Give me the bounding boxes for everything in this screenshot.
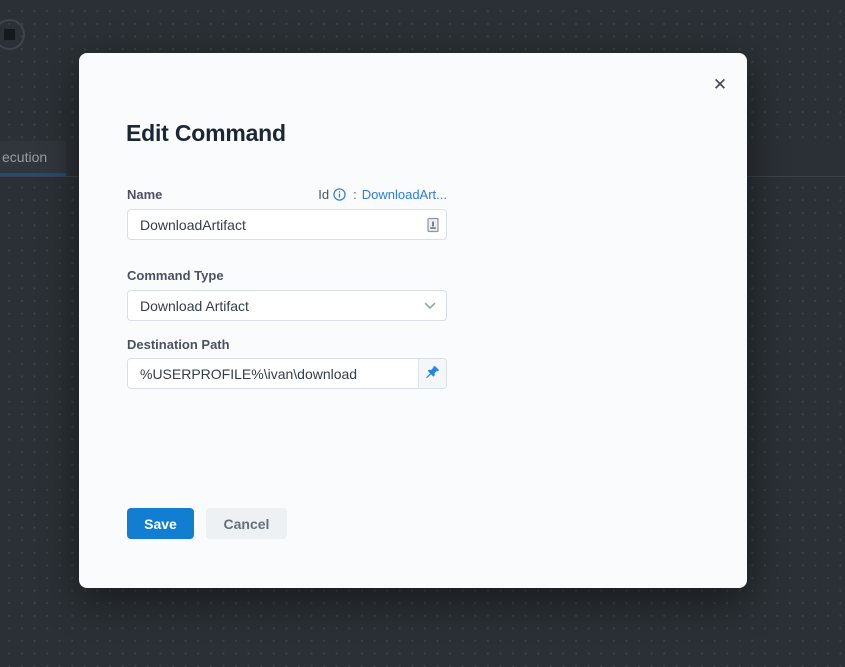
name-input[interactable] — [127, 209, 447, 240]
destination-path-group — [127, 358, 447, 389]
destination-path-input[interactable] — [128, 359, 418, 388]
info-icon[interactable] — [333, 188, 346, 201]
pin-button[interactable] — [418, 359, 446, 388]
name-label-row: Name Id : DownloadArt... — [127, 187, 447, 202]
id-separator: : — [353, 187, 357, 202]
destination-path-label: Destination Path — [127, 337, 230, 352]
command-type-label-row: Command Type — [127, 267, 447, 285]
command-type-select[interactable]: Download Artifact — [127, 290, 447, 321]
id-cluster: Id : DownloadArt... — [318, 187, 447, 202]
edit-command-modal: ✕ Edit Command Name Id : DownloadArt... — [79, 53, 747, 588]
save-button[interactable]: Save — [127, 508, 194, 539]
name-label: Name — [127, 187, 162, 202]
command-type-label: Command Type — [127, 268, 224, 283]
tab-execution-label: ecution — [2, 149, 47, 165]
chevron-down-icon — [424, 297, 436, 315]
destination-path-label-row: Destination Path — [127, 336, 447, 354]
page-title: Edit Command — [126, 120, 286, 147]
name-input-wrap — [127, 209, 447, 240]
id-link[interactable]: DownloadArt... — [362, 187, 447, 202]
close-icon: ✕ — [713, 75, 727, 94]
stop-icon — [4, 29, 15, 40]
pushpin-icon — [425, 365, 440, 383]
command-type-value: Download Artifact — [140, 298, 424, 314]
active-tab-underline — [0, 173, 66, 176]
id-label: Id — [318, 187, 329, 202]
cancel-button[interactable]: Cancel — [206, 508, 287, 539]
tab-execution[interactable]: ecution — [0, 141, 66, 176]
stop-button[interactable] — [0, 19, 25, 50]
close-button[interactable]: ✕ — [708, 73, 732, 97]
